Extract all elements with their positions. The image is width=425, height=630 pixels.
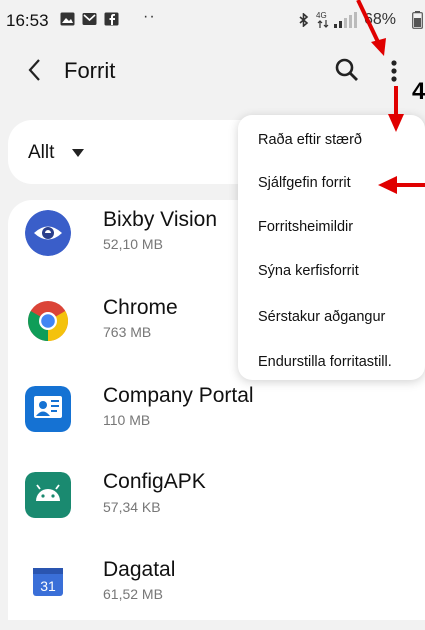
chrome-icon [28,301,68,341]
signal-strength-icon [334,12,357,28]
back-arrow-icon[interactable] [24,54,48,86]
network-type-label: 4G [316,11,327,20]
menu-item-label: Sérstakur aðgangur [258,309,386,325]
search-icon[interactable] [333,56,361,84]
app-size: 57,34 KB [103,499,161,515]
app-name: Company Portal [103,384,254,407]
menu-item-app-permissions[interactable]: Forritsheimildir [238,208,425,248]
app-size: 61,52 MB [103,586,163,602]
app-name: Dagatal [103,558,176,581]
more-notifications-dots: ·· [143,8,156,25]
menu-item-label: Endurstilla forritastill. [258,354,392,370]
step-number: 4 [412,78,425,105]
list-item[interactable]: Company Portal 110 MB [8,372,425,458]
dropdown-caret-icon [72,149,84,157]
battery-percentage: 68% [364,11,397,28]
app-bar: Forrit [0,40,425,102]
menu-item-reset-app-preferences[interactable]: Endurstilla forritastill. [238,343,425,383]
app-size: 763 MB [103,324,152,340]
app-name: Chrome [103,296,178,319]
app-size: 110 MB [103,412,151,428]
svg-text:31: 31 [40,578,56,594]
bluetooth-icon [299,13,309,27]
menu-item-sort-by-size[interactable]: Raða eftir stærð [238,121,425,161]
menu-item-default-apps[interactable]: Sjálfgefin forrit [238,164,425,204]
menu-item-label: Raða eftir stærð [258,132,362,148]
calendar-icon: 31 [25,558,71,604]
company-portal-icon [25,386,71,432]
battery-icon [412,11,423,29]
facebook-notification-icon [104,12,119,26]
menu-item-label: Forritsheimildir [258,219,354,235]
data-arrows-icon [317,20,329,28]
list-item[interactable]: 31 Dagatal 61,52 MB [8,544,425,630]
app-size: 52,10 MB [103,236,163,252]
gallery-notification-icon [60,12,75,26]
more-options-icon[interactable] [383,54,405,88]
overflow-menu: Raða eftir stærð Sjálfgefin forrit Forri… [238,115,425,380]
menu-item-label: Sjálfgefin forrit [258,175,351,191]
status-bar: 16:53 ·· 4G 68% [0,0,425,40]
menu-item-show-system-apps[interactable]: Sýna kerfisforrit [238,252,425,292]
bixby-vision-icon [25,210,71,256]
android-icon [25,472,71,518]
page-title: Forrit [64,58,116,83]
filter-label: Allt [28,142,55,163]
message-notification-icon [82,13,97,25]
list-item[interactable]: ConfigAPK 57,34 KB [8,458,425,544]
menu-item-special-access[interactable]: Sérstakur aðgangur [238,298,425,338]
app-name: Bixby Vision [103,208,218,231]
status-time: 16:53 [6,11,49,30]
app-name: ConfigAPK [103,470,206,493]
menu-item-label: Sýna kerfisforrit [258,263,359,279]
